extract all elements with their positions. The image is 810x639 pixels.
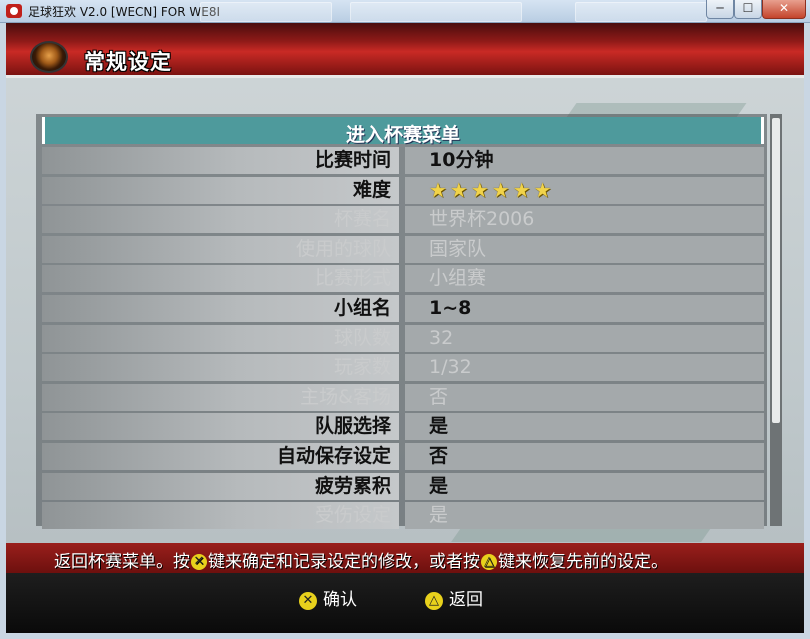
header-divider	[6, 75, 804, 78]
menu-row: 比赛形式 小组赛	[42, 265, 764, 293]
menu-row-label: 主场&客场	[42, 383, 399, 411]
value-text: 10分钟	[429, 149, 494, 171]
menu-row-value: 32	[405, 324, 764, 352]
screen-header: 常规设定	[6, 23, 804, 75]
menu-row[interactable]: 自动保存设定 否	[42, 443, 764, 470]
menu-row-label: 自动保存设定	[42, 443, 399, 470]
menu-row[interactable]: 小组名 1~8	[42, 295, 764, 322]
app-icon	[6, 4, 22, 18]
value-text: 32	[429, 326, 454, 349]
window-title: 足球狂欢 V2.0 [WECN] FOR WE8I	[28, 5, 221, 19]
menu-heading-label: 进入杯赛菜单	[345, 124, 460, 146]
header-orb-icon	[30, 41, 68, 73]
value-text: 小组赛	[429, 267, 487, 290]
triangle-button-icon: △	[425, 592, 443, 610]
value-text: 是	[429, 415, 449, 438]
background-window-tab	[350, 2, 522, 22]
menu-row: 杯赛名 世界杯2006	[42, 206, 764, 234]
cross-button-icon: ✕	[191, 554, 207, 570]
background-window-tab	[200, 2, 332, 22]
confirm-label: 确认	[323, 590, 357, 610]
menu-row: 球队数 32	[42, 324, 764, 352]
menu-row-label: 受伤设定	[42, 502, 399, 530]
menu-row-label: 使用的球队	[42, 235, 399, 263]
menu-row-value[interactable]: 10分钟	[405, 147, 764, 174]
menu-row-value: 小组赛	[405, 265, 764, 293]
footer-controls: ✕ 确认 △ 返回	[6, 573, 804, 633]
hint-part-1: 返回杯赛菜单。按	[54, 552, 190, 572]
scrollbar-thumb[interactable]	[772, 118, 780, 423]
menu-row: 使用的球队 国家队	[42, 235, 764, 263]
triangle-button-icon: △	[481, 554, 497, 570]
hint-bar: 返回杯赛菜单。按 ✕ 键来确定和记录设定的修改，或者按 △ 键来恢复先前的设定。	[6, 543, 804, 573]
background-stripe	[451, 528, 711, 542]
menu-row[interactable]: 比赛时间 10分钟	[42, 147, 764, 174]
value-text: 否	[429, 445, 449, 467]
settings-menu: 进入杯赛菜单 比赛时间 10分钟难度 ★★★★★★ 杯赛名 世界杯2006 使用的球队 国家…	[36, 114, 767, 530]
menu-row[interactable]: 队服选择 是	[42, 413, 764, 441]
menu-row-value[interactable]: 1~8	[405, 295, 764, 322]
menu-row-value: 世界杯2006	[405, 206, 764, 234]
background-window-tab	[575, 2, 707, 22]
menu-row: 主场&客场 否	[42, 383, 764, 411]
window-titlebar: 足球狂欢 V2.0 [WECN] FOR WE8I ─ ☐ ✕	[0, 0, 810, 23]
menu-row: 受伤设定 是	[42, 502, 764, 530]
menu-row-label: 比赛形式	[42, 265, 399, 293]
hint-part-3: 键来恢复先前的设定。	[498, 552, 668, 572]
back-action[interactable]: △ 返回	[424, 585, 483, 610]
menu-row-label: 比赛时间	[42, 147, 399, 174]
menu-row-label: 疲劳累积	[42, 472, 399, 500]
menu-row-value[interactable]: 是	[405, 413, 764, 441]
maximize-button[interactable]: ☐	[734, 0, 762, 19]
value-text: 是	[429, 504, 449, 527]
value-text: 国家队	[429, 237, 487, 260]
menu-row-value: 1/32	[405, 354, 764, 382]
menu-row[interactable]: 疲劳累积 是	[42, 472, 764, 500]
value-text: 1/32	[429, 356, 472, 379]
difficulty-stars: ★★★★★★	[429, 177, 555, 202]
menu-row-label: 杯赛名	[42, 206, 399, 234]
menu-row: 玩家数 1/32	[42, 354, 764, 382]
hint-text: 返回杯赛菜单。按 ✕ 键来确定和记录设定的修改，或者按 △ 键来恢复先前的设定。	[54, 547, 668, 572]
hint-part-2: 键来确定和记录设定的修改，或者按	[208, 552, 480, 572]
menu-row-label: 玩家数	[42, 354, 399, 382]
back-label: 返回	[449, 590, 483, 610]
game-screen: 常规设定 进入杯赛菜单 比赛时间 10分钟难度 ★★★★★★ 杯赛名 世界杯2006 使用…	[6, 23, 804, 633]
value-text: 世界杯2006	[429, 208, 535, 231]
screen-title: 常规设定	[84, 50, 172, 74]
menu-heading-enter-cup[interactable]: 进入杯赛菜单	[42, 117, 764, 146]
menu-row-label: 球队数	[42, 324, 399, 352]
value-text: 1~8	[429, 297, 472, 319]
menu-scrollbar[interactable]	[770, 114, 782, 526]
menu-row-value[interactable]: 否	[405, 443, 764, 470]
close-button[interactable]: ✕	[762, 0, 806, 19]
menu-row-value: 国家队	[405, 235, 764, 263]
cross-button-icon: ✕	[299, 592, 317, 610]
minimize-button[interactable]: ─	[706, 0, 734, 19]
value-text: 是	[429, 474, 449, 497]
menu-row-label: 小组名	[42, 295, 399, 322]
menu-row-value: 否	[405, 383, 764, 411]
menu-row-label: 难度	[42, 176, 399, 204]
menu-row-value: 是	[405, 502, 764, 530]
menu-row-label: 队服选择	[42, 413, 399, 441]
menu-row-value[interactable]: 是	[405, 472, 764, 500]
confirm-action[interactable]: ✕ 确认	[298, 585, 357, 610]
value-text: 否	[429, 385, 449, 408]
menu-row-value[interactable]: ★★★★★★	[405, 176, 764, 204]
menu-row[interactable]: 难度 ★★★★★★	[42, 176, 764, 204]
